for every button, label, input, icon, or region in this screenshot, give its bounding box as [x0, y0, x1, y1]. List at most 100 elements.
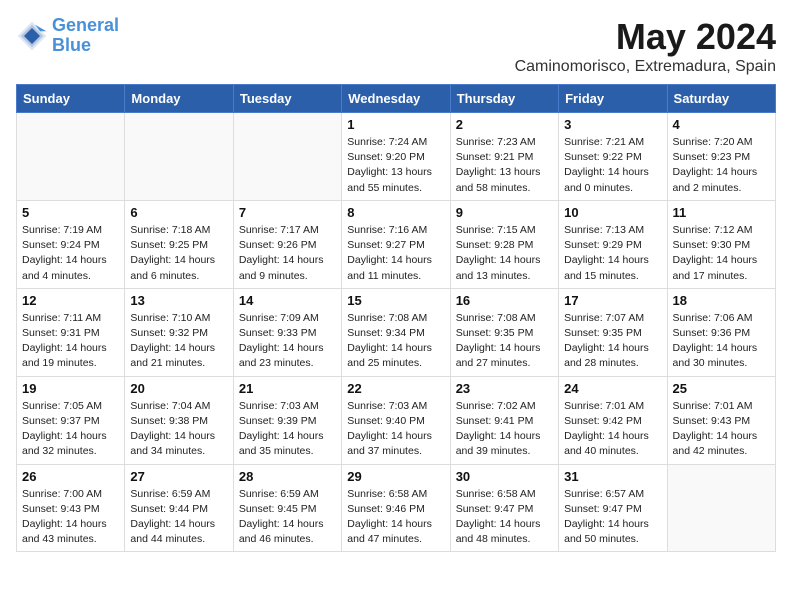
location-title: Caminomorisco, Extremadura, Spain: [515, 58, 776, 76]
calendar-cell: 9 Sunrise: 7:15 AM Sunset: 9:28 PM Daylig…: [450, 200, 558, 288]
calendar-cell: 8 Sunrise: 7:16 AM Sunset: 9:27 PM Daylig…: [342, 200, 450, 288]
day-info: Sunrise: 7:04 AM Sunset: 9:38 PM Dayligh…: [130, 399, 227, 460]
day-info: Sunrise: 7:07 AM Sunset: 9:35 PM Dayligh…: [564, 311, 661, 372]
day-number: 6: [130, 205, 227, 220]
day-number: 21: [239, 381, 336, 396]
calendar-cell: 13 Sunrise: 7:10 AM Sunset: 9:32 PM Dayli…: [125, 288, 233, 376]
weekday-header: SundayMondayTuesdayWednesdayThursdayFrid…: [17, 85, 776, 113]
calendar-cell: 19 Sunrise: 7:05 AM Sunset: 9:37 PM Dayli…: [17, 376, 125, 464]
day-number: 24: [564, 381, 661, 396]
day-number: 30: [456, 469, 553, 484]
calendar-cell: 12 Sunrise: 7:11 AM Sunset: 9:31 PM Dayli…: [17, 288, 125, 376]
logo: General Blue: [16, 16, 119, 56]
day-number: 11: [673, 205, 770, 220]
calendar-cell: 15 Sunrise: 7:08 AM Sunset: 9:34 PM Dayli…: [342, 288, 450, 376]
day-info: Sunrise: 7:01 AM Sunset: 9:43 PM Dayligh…: [673, 399, 770, 460]
day-info: Sunrise: 7:11 AM Sunset: 9:31 PM Dayligh…: [22, 311, 119, 372]
day-info: Sunrise: 7:15 AM Sunset: 9:28 PM Dayligh…: [456, 223, 553, 284]
calendar-cell: 28Sunrise: 6:59 AM Sunset: 9:45 PM Dayli…: [233, 464, 341, 552]
day-number: 4: [673, 117, 770, 132]
day-info: Sunrise: 7:23 AM Sunset: 9:21 PM Dayligh…: [456, 135, 553, 196]
calendar-cell: 27 Sunrise: 6:59 AM Sunset: 9:44 PM Dayli…: [125, 464, 233, 552]
day-number: 7: [239, 205, 336, 220]
day-info: Sunrise: 7:03 AM Sunset: 9:40 PM Dayligh…: [347, 399, 444, 460]
day-number: 1: [347, 117, 444, 132]
calendar-cell: 20 Sunrise: 7:04 AM Sunset: 9:38 PM Dayli…: [125, 376, 233, 464]
day-info: Sunrise: 6:58 AM Sunset: 9:47 PM Dayligh…: [456, 487, 553, 548]
day-number: 22: [347, 381, 444, 396]
calendar-cell: 31 Sunrise: 6:57 AM Sunset: 9:47 PM Dayli…: [559, 464, 667, 552]
calendar-week-row: 19 Sunrise: 7:05 AM Sunset: 9:37 PM Dayli…: [17, 376, 776, 464]
calendar-cell: 7Sunrise: 7:17 AM Sunset: 9:26 PM Daylig…: [233, 200, 341, 288]
calendar-week-row: 12 Sunrise: 7:11 AM Sunset: 9:31 PM Dayli…: [17, 288, 776, 376]
calendar-cell: 3 Sunrise: 7:21 AM Sunset: 9:22 PM Daylig…: [559, 113, 667, 201]
logo-text: General Blue: [52, 16, 119, 56]
calendar-week-row: 1Sunrise: 7:24 AM Sunset: 9:20 PM Daylig…: [17, 113, 776, 201]
day-number: 8: [347, 205, 444, 220]
day-info: Sunrise: 7:08 AM Sunset: 9:34 PM Dayligh…: [347, 311, 444, 372]
day-info: Sunrise: 7:10 AM Sunset: 9:32 PM Dayligh…: [130, 311, 227, 372]
day-info: Sunrise: 6:57 AM Sunset: 9:47 PM Dayligh…: [564, 487, 661, 548]
day-info: Sunrise: 7:01 AM Sunset: 9:42 PM Dayligh…: [564, 399, 661, 460]
day-number: 10: [564, 205, 661, 220]
day-number: 13: [130, 293, 227, 308]
day-info: Sunrise: 7:21 AM Sunset: 9:22 PM Dayligh…: [564, 135, 661, 196]
day-number: 2: [456, 117, 553, 132]
weekday-header-cell: Saturday: [667, 85, 775, 113]
day-info: Sunrise: 7:06 AM Sunset: 9:36 PM Dayligh…: [673, 311, 770, 372]
weekday-header-cell: Thursday: [450, 85, 558, 113]
day-number: 15: [347, 293, 444, 308]
day-number: 29: [347, 469, 444, 484]
calendar-cell: [125, 113, 233, 201]
day-info: Sunrise: 7:13 AM Sunset: 9:29 PM Dayligh…: [564, 223, 661, 284]
day-info: Sunrise: 7:02 AM Sunset: 9:41 PM Dayligh…: [456, 399, 553, 460]
day-info: Sunrise: 7:03 AM Sunset: 9:39 PM Dayligh…: [239, 399, 336, 460]
calendar-cell: 5 Sunrise: 7:19 AM Sunset: 9:24 PM Daylig…: [17, 200, 125, 288]
calendar-cell: 17 Sunrise: 7:07 AM Sunset: 9:35 PM Dayli…: [559, 288, 667, 376]
calendar-cell: [667, 464, 775, 552]
day-number: 16: [456, 293, 553, 308]
day-number: 23: [456, 381, 553, 396]
logo-icon: [16, 20, 48, 52]
day-number: 27: [130, 469, 227, 484]
day-info: Sunrise: 6:59 AM Sunset: 9:45 PM Dayligh…: [239, 487, 336, 548]
day-number: 5: [22, 205, 119, 220]
day-number: 14: [239, 293, 336, 308]
calendar-cell: 21 Sunrise: 7:03 AM Sunset: 9:39 PM Dayli…: [233, 376, 341, 464]
calendar-cell: 10 Sunrise: 7:13 AM Sunset: 9:29 PM Dayli…: [559, 200, 667, 288]
weekday-header-cell: Wednesday: [342, 85, 450, 113]
day-info: Sunrise: 6:59 AM Sunset: 9:44 PM Dayligh…: [130, 487, 227, 548]
day-number: 20: [130, 381, 227, 396]
calendar-cell: 18 Sunrise: 7:06 AM Sunset: 9:36 PM Dayli…: [667, 288, 775, 376]
calendar-cell: 29 Sunrise: 6:58 AM Sunset: 9:46 PM Dayli…: [342, 464, 450, 552]
calendar-cell: 24 Sunrise: 7:01 AM Sunset: 9:42 PM Dayli…: [559, 376, 667, 464]
day-number: 3: [564, 117, 661, 132]
calendar-week-row: 5 Sunrise: 7:19 AM Sunset: 9:24 PM Daylig…: [17, 200, 776, 288]
day-info: Sunrise: 7:05 AM Sunset: 9:37 PM Dayligh…: [22, 399, 119, 460]
day-number: 25: [673, 381, 770, 396]
day-number: 17: [564, 293, 661, 308]
day-number: 26: [22, 469, 119, 484]
day-number: 31: [564, 469, 661, 484]
calendar-cell: 4Sunrise: 7:20 AM Sunset: 9:23 PM Daylig…: [667, 113, 775, 201]
calendar-cell: 22 Sunrise: 7:03 AM Sunset: 9:40 PM Dayli…: [342, 376, 450, 464]
day-number: 12: [22, 293, 119, 308]
calendar-cell: 16Sunrise: 7:08 AM Sunset: 9:35 PM Dayli…: [450, 288, 558, 376]
day-info: Sunrise: 7:09 AM Sunset: 9:33 PM Dayligh…: [239, 311, 336, 372]
day-number: 18: [673, 293, 770, 308]
day-info: Sunrise: 6:58 AM Sunset: 9:46 PM Dayligh…: [347, 487, 444, 548]
header: General Blue May 2024 Caminomorisco, Ext…: [16, 16, 776, 76]
weekday-header-cell: Sunday: [17, 85, 125, 113]
calendar-cell: [17, 113, 125, 201]
calendar-week-row: 26 Sunrise: 7:00 AM Sunset: 9:43 PM Dayli…: [17, 464, 776, 552]
title-area: May 2024 Caminomorisco, Extremadura, Spa…: [515, 16, 776, 76]
day-info: Sunrise: 7:16 AM Sunset: 9:27 PM Dayligh…: [347, 223, 444, 284]
calendar: SundayMondayTuesdayWednesdayThursdayFrid…: [16, 84, 776, 552]
calendar-cell: 6Sunrise: 7:18 AM Sunset: 9:25 PM Daylig…: [125, 200, 233, 288]
calendar-cell: 26 Sunrise: 7:00 AM Sunset: 9:43 PM Dayli…: [17, 464, 125, 552]
day-number: 19: [22, 381, 119, 396]
day-info: Sunrise: 7:19 AM Sunset: 9:24 PM Dayligh…: [22, 223, 119, 284]
day-number: 9: [456, 205, 553, 220]
calendar-cell: 25 Sunrise: 7:01 AM Sunset: 9:43 PM Dayli…: [667, 376, 775, 464]
day-info: Sunrise: 7:00 AM Sunset: 9:43 PM Dayligh…: [22, 487, 119, 548]
